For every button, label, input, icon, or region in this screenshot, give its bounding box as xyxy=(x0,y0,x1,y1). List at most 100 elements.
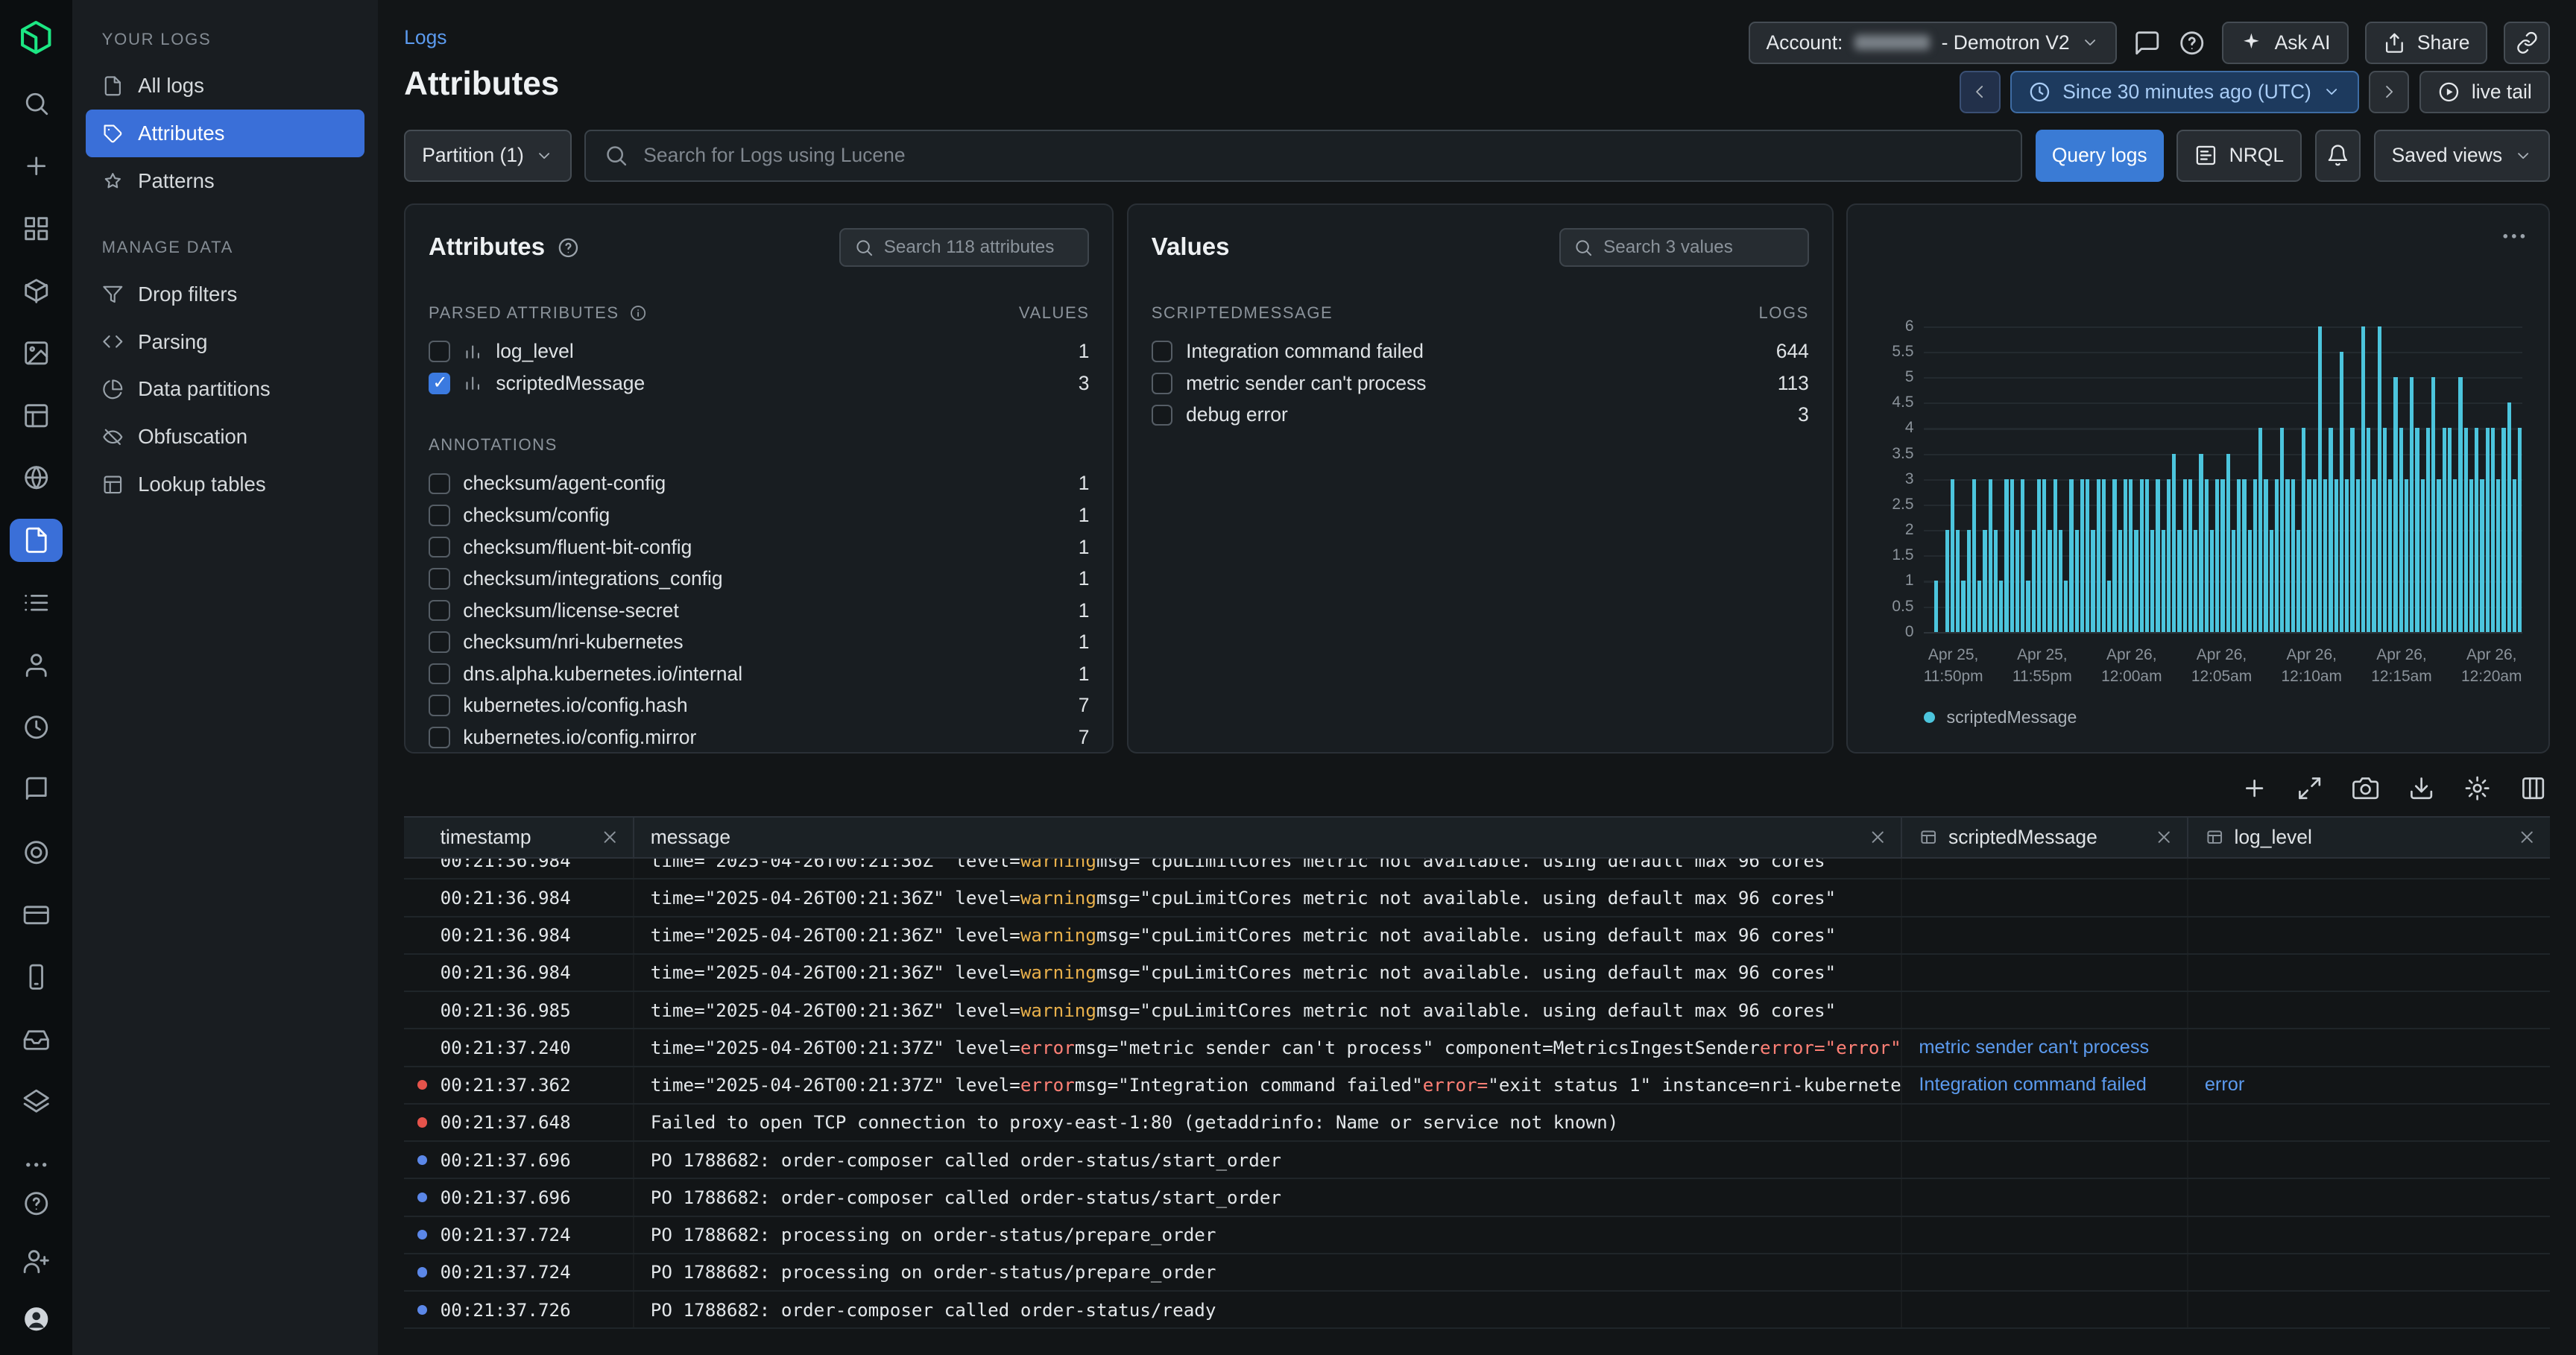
attribute-row[interactable]: checksum/license-secret1 xyxy=(429,595,1089,627)
attribute-checkbox[interactable] xyxy=(429,373,450,394)
rail-item-stacks[interactable] xyxy=(10,1081,63,1123)
attribute-row[interactable]: Integration command failed644 xyxy=(1152,336,1809,368)
attribute-checkbox[interactable] xyxy=(429,537,450,558)
table-row[interactable]: 00:21:36.984time="2025-04-26T00:21:36Z" … xyxy=(404,859,2550,879)
rail-item-streams[interactable] xyxy=(10,581,63,624)
rail-item-search[interactable] xyxy=(10,82,63,124)
rail-item-logs[interactable] xyxy=(10,519,63,561)
attribute-checkbox[interactable] xyxy=(1152,405,1173,426)
attribute-checkbox[interactable] xyxy=(429,473,450,495)
attribute-row[interactable]: checksum/config1 xyxy=(429,499,1089,531)
logs-search-input[interactable] xyxy=(643,144,2003,167)
rail-item-dashboards[interactable] xyxy=(10,332,63,374)
attribute-row[interactable]: dns.alpha.kubernetes.io/internal1 xyxy=(429,658,1089,690)
values-search-input[interactable] xyxy=(1603,237,1794,258)
rail-item-mobile[interactable] xyxy=(10,956,63,998)
rail-item-entities[interactable] xyxy=(10,394,63,437)
attribute-checkbox[interactable] xyxy=(429,505,450,526)
rail-item-invite-user[interactable] xyxy=(10,1243,63,1279)
alerts-bell-button[interactable] xyxy=(2315,130,2361,183)
table-row[interactable]: 00:21:37.724PO 1788682: processing on or… xyxy=(404,1217,2550,1254)
toolbar-columns-button[interactable] xyxy=(2520,775,2546,801)
help-icon[interactable] xyxy=(2178,29,2206,57)
attribute-row[interactable]: checksum/nri-kubernetes1 xyxy=(429,626,1089,658)
help-icon[interactable] xyxy=(557,236,580,259)
table-row[interactable]: 00:21:36.984time="2025-04-26T00:21:36Z" … xyxy=(404,917,2550,955)
table-row[interactable]: 00:21:37.726PO 1788682: order-composer c… xyxy=(404,1292,2550,1329)
table-row[interactable]: 00:21:36.984time="2025-04-26T00:21:36Z" … xyxy=(404,879,2550,917)
attribute-checkbox[interactable] xyxy=(429,695,450,716)
account-switcher[interactable]: Account: - Demotron V2 xyxy=(1749,22,2118,64)
rail-item-packages[interactable] xyxy=(10,269,63,312)
rail-item-create[interactable] xyxy=(10,145,63,187)
loglevel-link[interactable]: error xyxy=(2205,1074,2244,1096)
new-relic-logo-icon[interactable] xyxy=(18,19,54,55)
table-row[interactable]: 00:21:37.648Failed to open TCP connectio… xyxy=(404,1105,2550,1142)
attribute-checkbox[interactable] xyxy=(429,727,450,748)
sidebar-item-lookup-tables[interactable]: Lookup tables xyxy=(86,461,365,508)
attribute-row[interactable]: log_level1 xyxy=(429,336,1089,368)
table-row[interactable]: 00:21:37.696PO 1788682: order-composer c… xyxy=(404,1179,2550,1216)
sidebar-item-patterns[interactable]: Patterns xyxy=(86,157,365,205)
toolbar-camera-button[interactable] xyxy=(2352,775,2378,801)
close-icon[interactable] xyxy=(2517,827,2536,847)
attribute-row[interactable]: debug error3 xyxy=(1152,399,1809,432)
attribute-row[interactable]: kubernetes.io/config.hash7 xyxy=(429,689,1089,721)
table-row[interactable]: 00:21:37.724PO 1788682: processing on or… xyxy=(404,1254,2550,1292)
rail-item-billing[interactable] xyxy=(10,894,63,936)
permalink-button[interactable] xyxy=(2504,22,2549,64)
attribute-checkbox[interactable] xyxy=(1152,373,1173,394)
rail-item-users[interactable] xyxy=(10,644,63,686)
table-row[interactable]: 00:21:36.985time="2025-04-26T00:21:36Z" … xyxy=(404,992,2550,1029)
close-icon[interactable] xyxy=(600,827,619,847)
table-row[interactable]: 00:21:36.984time="2025-04-26T00:21:36Z" … xyxy=(404,955,2550,992)
attribute-checkbox[interactable] xyxy=(429,600,450,622)
sidebar-item-obfuscation[interactable]: Obfuscation xyxy=(86,413,365,461)
share-button[interactable]: Share xyxy=(2365,22,2488,64)
rail-item-docs[interactable] xyxy=(10,768,63,811)
toolbar-plus-button[interactable] xyxy=(2241,775,2267,801)
rail-item-targets[interactable] xyxy=(10,831,63,874)
scriptedmessage-link[interactable]: Integration command failed xyxy=(1919,1074,2147,1096)
toolbar-gear-button[interactable] xyxy=(2464,775,2490,801)
attribute-row[interactable]: kubernetes.io/config.mirror7 xyxy=(429,721,1089,754)
attribute-row[interactable]: checksum/agent-config1 xyxy=(429,468,1089,500)
feedback-icon[interactable] xyxy=(2133,29,2161,57)
nrql-button[interactable]: NRQL xyxy=(2176,130,2302,183)
rail-item-apps[interactable] xyxy=(10,207,63,250)
close-icon[interactable] xyxy=(1868,827,1887,847)
rail-item-profile[interactable] xyxy=(10,1301,63,1336)
chart-legend[interactable]: scriptedMessage xyxy=(1924,707,2077,727)
sidebar-item-parsing[interactable]: Parsing xyxy=(86,318,365,366)
scriptedmessage-link[interactable]: metric sender can't process xyxy=(1919,1037,2149,1058)
partition-dropdown[interactable]: Partition (1) xyxy=(404,130,571,183)
sidebar-item-attributes[interactable]: Attributes xyxy=(86,110,365,157)
attribute-checkbox[interactable] xyxy=(429,663,450,685)
toolbar-expand-button[interactable] xyxy=(2296,775,2323,801)
table-row[interactable]: 00:21:37.362time="2025-04-26T00:21:37Z" … xyxy=(404,1067,2550,1105)
time-range-picker[interactable]: Since 30 minutes ago (UTC) xyxy=(2010,71,2359,113)
query-logs-button[interactable]: Query logs xyxy=(2036,130,2164,183)
attribute-checkbox[interactable] xyxy=(1152,341,1173,362)
rail-item-more[interactable] xyxy=(10,1143,63,1186)
breadcrumb-logs[interactable]: Logs xyxy=(404,26,446,49)
time-back-button[interactable] xyxy=(1960,71,2001,113)
close-icon[interactable] xyxy=(2154,827,2174,847)
attribute-row[interactable]: scriptedMessage3 xyxy=(429,367,1089,399)
saved-views-dropdown[interactable]: Saved views xyxy=(2374,130,2550,183)
attribute-row[interactable]: metric sender can't process113 xyxy=(1152,367,1809,399)
rail-item-browser[interactable] xyxy=(10,457,63,499)
ask-ai-button[interactable]: Ask AI xyxy=(2222,22,2348,64)
attribute-row[interactable]: checksum/fluent-bit-config1 xyxy=(429,531,1089,563)
rail-item-help[interactable] xyxy=(10,1186,63,1222)
attributes-search-input[interactable] xyxy=(884,237,1075,258)
time-forward-button[interactable] xyxy=(2369,71,2410,113)
table-row[interactable]: 00:21:37.240time="2025-04-26T00:21:37Z" … xyxy=(404,1029,2550,1067)
toolbar-download-button[interactable] xyxy=(2408,775,2434,801)
sidebar-item-all-logs[interactable]: All logs xyxy=(86,62,365,110)
rail-item-inbox[interactable] xyxy=(10,1018,63,1061)
live-tail-button[interactable]: live tail xyxy=(2419,71,2550,113)
attribute-checkbox[interactable] xyxy=(429,341,450,362)
attribute-row[interactable]: checksum/integrations_config1 xyxy=(429,563,1089,595)
sidebar-item-data-partitions[interactable]: Data partitions xyxy=(86,366,365,414)
